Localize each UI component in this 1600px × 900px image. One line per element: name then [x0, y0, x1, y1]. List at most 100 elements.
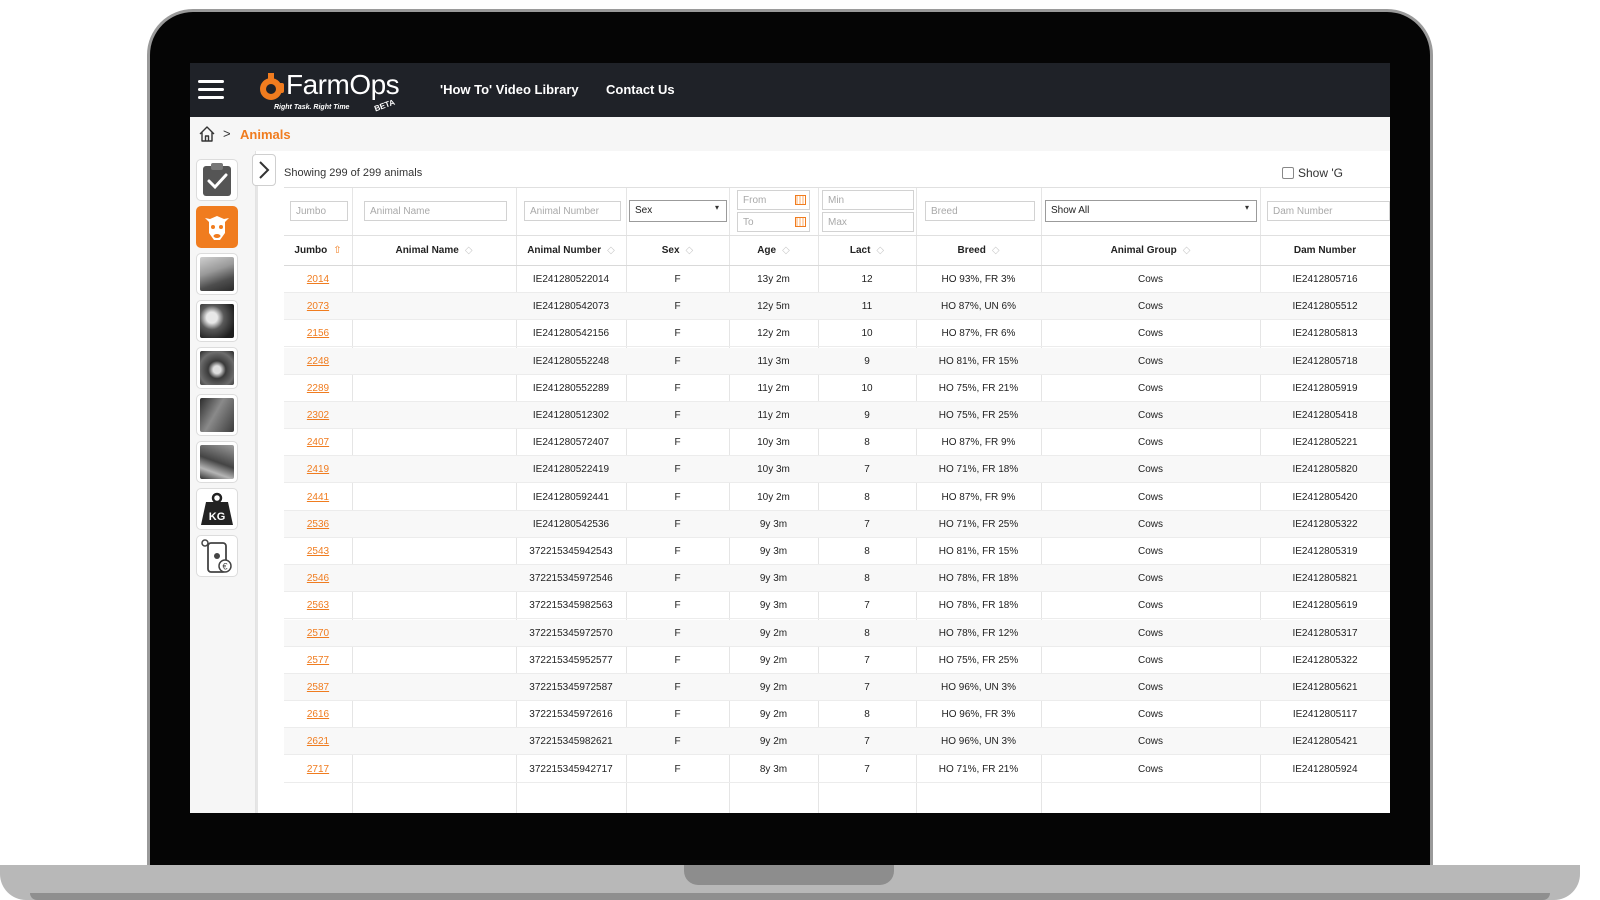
- dam-number-cell: IE2412805716: [1292, 274, 1358, 285]
- column-header-animal-number[interactable]: Animal Number ◇: [516, 236, 626, 266]
- sort-ascending-icon: ⇧: [333, 245, 342, 256]
- table-row[interactable]: 2441 IE241280592441 F 10y 2m 8 HO 87%, FR 9% C…: [284, 484, 1390, 511]
- animal-group-cell: Cows: [1137, 682, 1163, 693]
- calendar-icon[interactable]: [795, 217, 806, 227]
- home-icon[interactable]: [198, 125, 216, 143]
- column-header-dam-number[interactable]: Dam Number: [1260, 236, 1390, 266]
- table-row[interactable]: 2546 372215345972546 F 9y 3m 8 HO 78%, FR 18%…: [284, 565, 1390, 593]
- age-cell: 11y 2m: [757, 410, 790, 421]
- table-row[interactable]: 2419 IE241280522419 F 10y 3m 7 HO 71%, FR 18%…: [284, 456, 1390, 484]
- jumbo-cell[interactable]: 2419: [284, 456, 352, 483]
- jumbo-cell[interactable]: 2621: [284, 728, 352, 755]
- lact-cell: 9: [864, 410, 870, 421]
- table-row[interactable]: 2302 IE241280512302 F 11y 2m 9 HO 75%, FR 25%…: [284, 402, 1390, 429]
- sex-cell: F: [674, 709, 681, 721]
- breed-filter-input[interactable]: Breed: [925, 201, 1035, 221]
- table-row[interactable]: 2248 IE241280552248 F 11y 3m 9 HO 81%, FR 15%…: [284, 347, 1390, 375]
- column-header-sex[interactable]: Sex ◇: [626, 236, 729, 266]
- jumbo-cell[interactable]: 2577: [284, 647, 352, 674]
- table-row[interactable]: 2616 372215345972616 F 9y 2m 8 HO 96%, FR 3% C…: [284, 701, 1390, 729]
- jumbo-filter-input[interactable]: Jumbo: [290, 201, 348, 221]
- jumbo-cell[interactable]: 2156: [284, 320, 352, 347]
- jumbo-cell[interactable]: 2302: [284, 402, 352, 429]
- farmops-logo[interactable]: FarmOps Right Task. Right Time BETA: [258, 67, 408, 113]
- age-cell: 10y 3m: [757, 437, 790, 449]
- table-row[interactable]: 2717 372215345942717 F 8y 3m 7 HO 71%, FR 21%…: [284, 756, 1390, 783]
- side-tile-breeding[interactable]: [196, 300, 238, 342]
- animal-number-filter-input[interactable]: Animal Number: [524, 201, 621, 221]
- sex-filter-select[interactable]: Sex ▾: [629, 200, 727, 222]
- sex-cell: F: [674, 464, 681, 476]
- table-row[interactable]: 2577 372215345952577 F 9y 2m 7 HO 75%, FR 25%…: [284, 647, 1390, 674]
- expand-panel-button[interactable]: [252, 154, 276, 186]
- jumbo-cell[interactable]: 2546: [284, 565, 352, 592]
- side-tile-tasks[interactable]: [196, 159, 238, 201]
- nav-video-library[interactable]: 'How To' Video Library: [440, 82, 579, 97]
- breadcrumb-current[interactable]: Animals: [240, 127, 291, 142]
- column-header-breed[interactable]: Breed ◇: [916, 236, 1041, 266]
- table-row[interactable]: 2073 IE241280542073 F 12y 5m 11 HO 87%, UN 6%…: [284, 293, 1390, 321]
- app-screen: FarmOps Right Task. Right Time BETA 'How…: [190, 63, 1390, 813]
- lact-max-input[interactable]: Max: [822, 212, 914, 232]
- table-row[interactable]: 2543 372215345942543 F 9y 3m 8 HO 81%, FR 15%…: [284, 538, 1390, 565]
- jumbo-cell[interactable]: 2717: [284, 756, 352, 783]
- breed-cell: HO 87%, FR 9%: [941, 437, 1016, 449]
- table-row[interactable]: 2289 IE241280552289 F 11y 2m 10 HO 75%, FR 21…: [284, 375, 1390, 402]
- side-tile-grazing[interactable]: [196, 253, 238, 295]
- jumbo-cell[interactable]: 2563: [284, 592, 352, 619]
- lact-min-input[interactable]: Min: [822, 190, 914, 210]
- jumbo-cell[interactable]: 2407: [284, 429, 352, 456]
- jumbo-cell[interactable]: 2587: [284, 674, 352, 701]
- column-header-animal-name[interactable]: Animal Name ◇: [352, 236, 516, 266]
- side-tile-weights[interactable]: KG: [196, 488, 238, 530]
- show-groups-checkbox[interactable]: [1282, 167, 1294, 179]
- jumbo-cell[interactable]: 2441: [284, 484, 352, 511]
- menu-icon[interactable]: [198, 80, 224, 100]
- age-to-input[interactable]: To: [737, 212, 810, 232]
- table-row[interactable]: 2536 IE241280542536 F 9y 3m 7 HO 71%, FR 25% C…: [284, 510, 1390, 538]
- nav-contact-us[interactable]: Contact Us: [606, 82, 675, 97]
- side-tile-animals[interactable]: [196, 206, 238, 248]
- table-row[interactable]: 2014 IE241280522014 F 13y 2m 12 HO 93%, FR 3%…: [284, 266, 1390, 293]
- jumbo-cell[interactable]: 2248: [284, 348, 352, 375]
- column-header-lact[interactable]: Lact ◇: [818, 236, 916, 266]
- animal-group-filter-select[interactable]: Show All ▾: [1045, 200, 1257, 222]
- dam-number-filter-input[interactable]: Dam Number: [1267, 201, 1390, 221]
- table-row[interactable]: 2563 372215345982563 F 9y 3m 7 HO 78%, FR 18%…: [284, 592, 1390, 620]
- breed-cell: HO 71%, FR 21%: [938, 763, 1019, 775]
- sex-cell: F: [674, 654, 681, 666]
- jumbo-cell[interactable]: 2289: [284, 375, 352, 402]
- table-row[interactable]: 2407 IE241280572407 F 10y 3m 8 HO 87%, FR 9% C…: [284, 429, 1390, 457]
- table-row[interactable]: 2621 372215345982621 F 9y 2m 7 HO 96%, UN 3% C…: [284, 728, 1390, 756]
- table-row[interactable]: 2156 IE241280542156 F 12y 2m 10 HO 87%, FR 6%…: [284, 320, 1390, 348]
- side-tile-calves[interactable]: [196, 347, 238, 389]
- age-from-label: From: [743, 195, 767, 206]
- side-tile-milking[interactable]: [196, 441, 238, 483]
- jumbo-cell[interactable]: 2570: [284, 620, 352, 647]
- animal-number-cell: IE241280572407: [532, 437, 610, 449]
- jumbo-cell[interactable]: 2073: [284, 293, 352, 320]
- animal-group-cell: Cows: [1137, 709, 1163, 721]
- jumbo-cell[interactable]: 2536: [284, 511, 352, 538]
- side-tile-health[interactable]: [196, 394, 238, 436]
- jumbo-cell[interactable]: 2014: [284, 266, 352, 293]
- age-from-input[interactable]: From: [737, 190, 810, 210]
- table-row[interactable]: 2570 372215345972570 F 9y 2m 8 HO 78%, FR 12%…: [284, 619, 1390, 647]
- jumbo-cell[interactable]: 2616: [284, 701, 352, 728]
- table-row[interactable]: 2587 372215345972587 F 9y 2m 7 HO 96%, UN 3% C…: [284, 674, 1390, 701]
- side-tile-costs[interactable]: €: [196, 535, 238, 577]
- column-header-jumbo[interactable]: Jumbo ⇧: [284, 236, 352, 266]
- sex-cell: F: [674, 600, 681, 612]
- sex-cell: F: [674, 437, 681, 449]
- age-cell: 10y 3m: [757, 464, 790, 476]
- breed-cell: HO 75%, FR 25%: [938, 654, 1019, 666]
- column-header-animal-group[interactable]: Animal Group ◇: [1041, 236, 1260, 266]
- show-groups-toggle[interactable]: Show 'G: [1282, 166, 1343, 180]
- age-cell: 9y 3m: [759, 573, 788, 585]
- dam-number-cell: IE2412805619: [1292, 600, 1358, 612]
- column-header-age[interactable]: Age ◇: [729, 236, 818, 266]
- animal-group-cell: Cows: [1137, 763, 1163, 775]
- animal-name-filter-input[interactable]: Animal Name: [364, 201, 507, 221]
- calendar-icon[interactable]: [795, 195, 806, 205]
- jumbo-cell[interactable]: 2543: [284, 538, 352, 565]
